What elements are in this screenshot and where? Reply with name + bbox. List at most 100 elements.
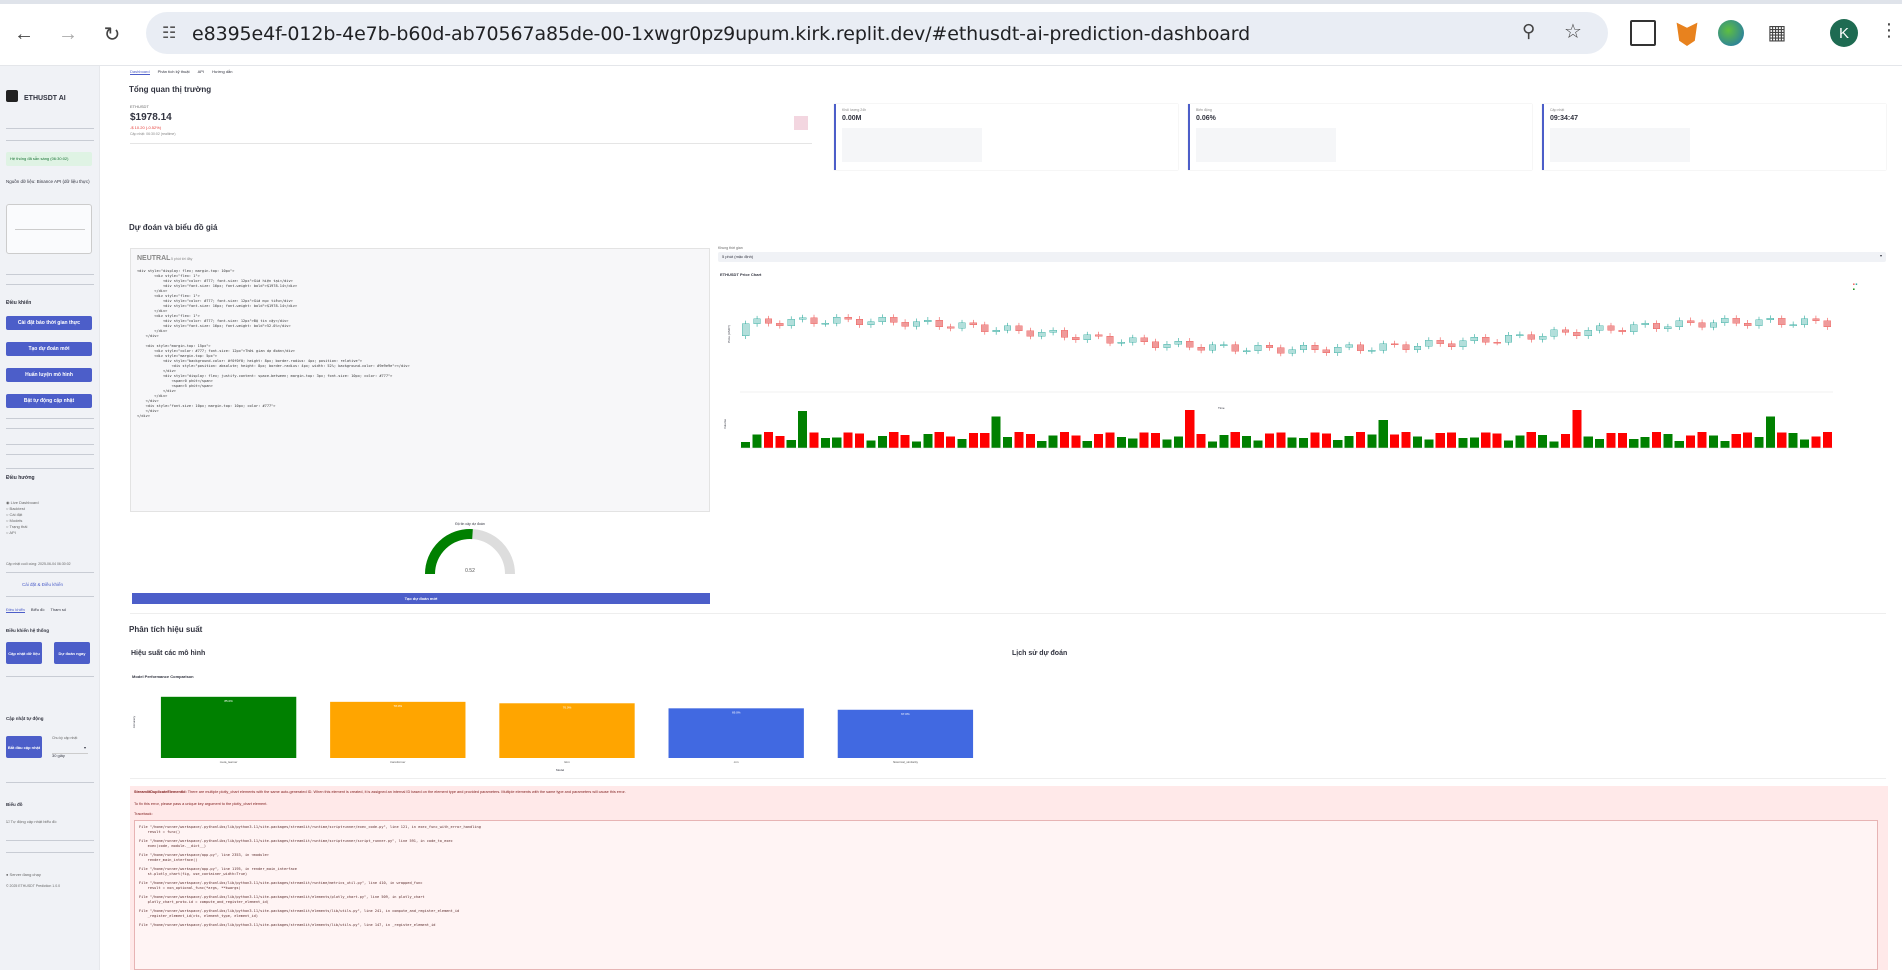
volume-bar: [889, 432, 899, 448]
candle-body: [1277, 347, 1285, 354]
volume-bar: [775, 436, 785, 448]
menu-kebab-icon[interactable]: ⋮: [1880, 20, 1902, 46]
interval-select[interactable]: 30 giây ▾: [52, 744, 88, 758]
back-icon[interactable]: ←: [10, 20, 38, 48]
candle-body: [1550, 329, 1558, 337]
volume-bar: [809, 432, 819, 448]
volume-bar: [1014, 432, 1024, 448]
traceback-label: Traceback:: [134, 812, 153, 816]
candle-body: [981, 324, 989, 332]
tab-technical[interactable]: Phân tích kỹ thuật: [158, 69, 190, 75]
price-chart[interactable]: ETHUSDT Price Chart Price (USDT) Volume …: [718, 272, 1886, 462]
volume-bar: [1378, 419, 1388, 448]
tab-dashboard[interactable]: Dashboard: [130, 69, 150, 75]
site-settings-icon[interactable]: ☷: [162, 23, 176, 43]
price-value: $1978.14: [130, 112, 172, 123]
start-update-button[interactable]: Bắt đầu cập nhật: [6, 736, 42, 758]
volume-bar: [1447, 432, 1457, 448]
new-prediction-sidebar-button[interactable]: Tạo dự đoán mới: [6, 342, 92, 356]
volume-bar: [1538, 434, 1548, 448]
new-prediction-label: Tạo dự đoán mới: [404, 596, 438, 601]
nav-item-api[interactable]: ○ API: [6, 530, 94, 536]
nav-radio-group[interactable]: ◉ Live Dashboard ○ Backtest ○ Cài đặt ○ …: [6, 500, 94, 536]
volume-bar: [1401, 432, 1411, 448]
perf-category-label: transformer: [390, 760, 405, 764]
volume-bar: [1458, 438, 1468, 448]
perf-chart[interactable]: Model Performance Comparison Accuracy 85…: [130, 674, 996, 774]
main-content: Dashboard Phân tích kỹ thuật API Hướng d…: [100, 66, 1902, 970]
candle-body: [1743, 322, 1752, 326]
volume-bar: [1196, 434, 1206, 448]
zoom-icon[interactable]: ⚲: [1522, 21, 1535, 42]
candle-body: [1174, 340, 1182, 345]
candle-body: [1573, 332, 1581, 337]
timeframe-select[interactable]: 5 phút (mặc định) ▾: [718, 252, 1886, 262]
volume-bar: [1663, 433, 1673, 448]
update-data-button[interactable]: Cập nhật dữ liệu: [6, 642, 42, 664]
metric-card-updated: Cập nhật 09:34:47: [1542, 104, 1886, 170]
chart-legend[interactable]: ■ ■ ■: [1853, 282, 1877, 296]
settings-link[interactable]: Cài đặt & Điều khiển: [22, 582, 63, 587]
volume-bar: [741, 442, 751, 448]
sidebar-tabs: Điều khiển Biểu đồ Tham số: [6, 607, 66, 613]
error-box: StreamlitDuplicateElementId: There are m…: [130, 786, 1888, 970]
volume-bar: [957, 439, 967, 448]
volume-bar: [1094, 433, 1104, 448]
volume-bar: [1321, 433, 1331, 448]
metric-card-volatility: Biến động 0.06%: [1188, 104, 1532, 170]
traceback-line: plotly_chart_proto.id = compute_and_regi…: [139, 900, 269, 904]
volume-bar: [1754, 437, 1764, 448]
realtime-settings-button[interactable]: Cài đặt bảo thời gian thực: [6, 316, 92, 330]
streamlit-page: ETHUSDT AI Hệ thống đã sẵn sàng (06:30:0…: [0, 66, 1902, 970]
traceback-box: File "/home/runner/workspace/.pythonlibs…: [134, 820, 1878, 970]
candle-body: [1721, 318, 1729, 324]
new-prediction-button[interactable]: Tạo dự đoán mới: [132, 593, 710, 604]
x-axis-label: Time: [1218, 406, 1225, 410]
candle-body: [1129, 337, 1137, 343]
volume-bar: [1595, 439, 1605, 448]
browser-toolbar: ← → ↻ ☷ e8395e4f-012b-4e7b-b60d-ab70567a…: [0, 0, 1902, 66]
volume-bar: [1390, 434, 1400, 448]
volume-bar: [1003, 437, 1013, 448]
metamask-icon[interactable]: [1676, 22, 1698, 46]
tab-controls[interactable]: Điều khiển: [6, 607, 25, 613]
volume-bar: [1253, 440, 1263, 448]
perf-bar-transformer: [330, 701, 466, 758]
volume-bar: [1071, 435, 1081, 448]
train-model-button[interactable]: Huấn luyện mô hình: [6, 368, 92, 382]
candle-body: [1607, 325, 1615, 331]
tab-guide[interactable]: Hướng dẫn: [212, 69, 232, 75]
tab-params[interactable]: Tham số: [50, 607, 66, 613]
perf-bar-lstm: [499, 703, 635, 758]
volume-bar: [786, 439, 796, 448]
qr-code-icon[interactable]: [1630, 20, 1656, 46]
volume-bar: [1811, 436, 1821, 448]
enable-auto-update-button[interactable]: Bật tự động cập nhật: [6, 394, 92, 408]
globe-extension-icon[interactable]: [1718, 20, 1744, 46]
predict-now-button[interactable]: Dự đoán ngay: [54, 642, 90, 664]
app-logo-icon: [6, 90, 18, 102]
reload-icon[interactable]: ↻: [98, 20, 126, 48]
auto-chart-checkbox[interactable]: ☑ Tự động cập nhật biểu đồ: [6, 819, 56, 824]
candle-body: [821, 323, 830, 325]
volume-bar: [1424, 439, 1434, 448]
prediction-subtitle: 5 phút tới đây: [171, 257, 193, 261]
sidebar-expander[interactable]: [6, 204, 92, 254]
volume-bar: [820, 438, 830, 448]
tab-api[interactable]: API: [198, 69, 204, 75]
extensions-puzzle-icon[interactable]: ▦: [1764, 20, 1790, 46]
candle-body: [1345, 344, 1353, 348]
address-bar[interactable]: ☷ e8395e4f-012b-4e7b-b60d-ab70567a85de-0…: [146, 12, 1608, 54]
candle-body: [1800, 318, 1809, 325]
profile-avatar[interactable]: K: [1830, 19, 1858, 47]
bookmark-star-icon[interactable]: ☆: [1564, 19, 1582, 44]
forward-icon[interactable]: →: [54, 20, 82, 48]
volume-bar: [1788, 433, 1798, 448]
tab-charts[interactable]: Biểu đồ: [31, 607, 45, 613]
interval-label: Chu kỳ cập nhật: [52, 736, 78, 740]
volume-bar: [1128, 438, 1138, 448]
last-update-text: Cập nhật cuối cùng: 2025-06-04 06:30:02: [6, 562, 71, 566]
volume-bar: [911, 441, 922, 448]
candle-body: [742, 323, 750, 337]
candle-body: [753, 318, 761, 324]
